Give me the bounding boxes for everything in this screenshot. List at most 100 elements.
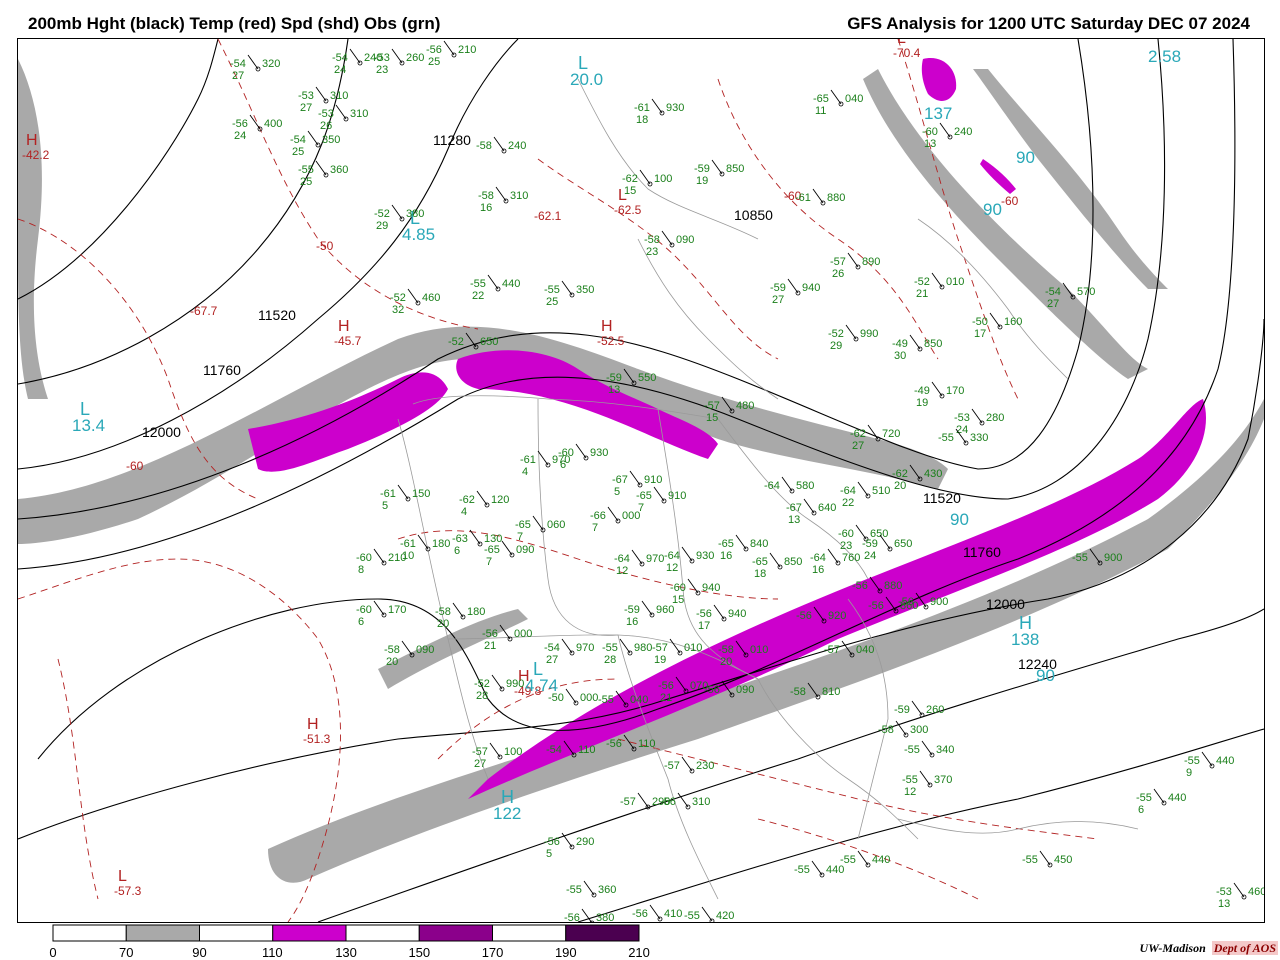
station-plot: -64 760 16: [810, 548, 860, 576]
station-temperature: -55: [470, 278, 486, 290]
station-dewpoint-spread: 17: [698, 620, 710, 632]
station-height: 880: [884, 580, 902, 592]
station-height: 090: [416, 644, 434, 656]
station-height: 160: [1004, 316, 1022, 328]
station-plot: -61 18010: [400, 534, 450, 562]
wind-barb: [501, 540, 513, 556]
station-plot: -55 440 6: [1136, 788, 1186, 816]
station-plot: -59 940 27: [770, 278, 820, 306]
wind-barb: [631, 549, 643, 565]
station-temperature: -56: [868, 600, 884, 612]
station-plot: -52 010 21: [914, 272, 964, 300]
station-height: 210: [458, 44, 476, 56]
wind-barb: [651, 98, 663, 114]
wind-barb: [493, 136, 505, 152]
station-dewpoint-spread: 27: [474, 758, 486, 770]
station-plot: -58 240: [476, 136, 526, 154]
station-temperature: -66: [590, 510, 606, 522]
wind-barb: [735, 534, 747, 550]
station-temperature: -57: [830, 256, 846, 268]
station-temperature: -60: [838, 528, 854, 540]
station-dewpoint-spread: 4: [522, 466, 528, 478]
temperature-center-value: -57.3: [114, 884, 142, 898]
station-height: 440: [1168, 792, 1186, 804]
wind-barb: [561, 638, 573, 654]
wind-barb: [1039, 850, 1051, 866]
wind-barb: [661, 230, 673, 246]
station-height: 970: [646, 553, 664, 565]
station-plot: -60 170 6: [356, 600, 406, 628]
station-temperature: -57: [620, 796, 636, 808]
station-height: 260: [926, 704, 944, 716]
station-dewpoint-spread: 24: [864, 550, 876, 562]
station-height: 150: [412, 488, 430, 500]
station-temperature: -57: [824, 644, 840, 656]
station-dewpoint-spread: 12: [666, 562, 678, 574]
station-height: 930: [590, 447, 608, 459]
station-height: 810: [822, 686, 840, 698]
temperature-center-mark: H: [26, 132, 38, 149]
station-height: 920: [828, 610, 846, 622]
station-height: 900: [1104, 552, 1122, 564]
station-plot: -61 150 5: [380, 484, 430, 512]
temperature-center-value: -62.5: [614, 203, 642, 217]
station-height: 010: [946, 276, 964, 288]
station-plot: -58 090 23: [644, 230, 694, 258]
station-height: 840: [750, 538, 768, 550]
station-height: 940: [728, 608, 746, 620]
station-height: 930: [696, 550, 714, 562]
station-height: 170: [946, 385, 964, 397]
station-height: 290: [576, 836, 594, 848]
station-temperature: -58: [644, 234, 660, 246]
station-height: 970: [576, 642, 594, 654]
station-height: 000: [622, 510, 640, 522]
station-height: 990: [860, 328, 878, 340]
station-plot: -62 120 4: [459, 490, 509, 518]
station-dewpoint-spread: 4: [461, 506, 467, 518]
station-dewpoint-spread: 22: [842, 497, 854, 509]
station-dewpoint-spread: 26: [320, 120, 332, 132]
station-temperature: -65: [484, 544, 500, 556]
station-plot: -64 580: [764, 476, 814, 494]
station-plot: -59 960 16: [624, 600, 674, 628]
colorbar-cell: [565, 924, 640, 942]
station-temperature: -57: [664, 760, 680, 772]
station-temperature: -65: [813, 93, 829, 105]
station-height: 440: [502, 278, 520, 290]
wind-barb: [713, 604, 725, 620]
station-height: 460: [1248, 886, 1264, 898]
station-dewpoint-spread: 15: [706, 412, 718, 424]
station-temperature: -60: [922, 126, 938, 138]
colorbar-tick-label: 170: [481, 945, 504, 960]
station-plot: -56 410: [632, 904, 682, 922]
station-plot: -54 970 27: [544, 638, 594, 666]
station-height: 650: [480, 336, 498, 348]
station-temperature: -56: [796, 610, 812, 622]
station-temperature: -67: [786, 502, 802, 514]
wind-barb: [607, 506, 619, 522]
station-height: 120: [491, 494, 509, 506]
wind-barb: [335, 104, 347, 120]
station-height: 430: [924, 468, 942, 480]
station-height: 320: [262, 58, 280, 70]
station-height: 910: [644, 474, 662, 486]
station-height: 280: [986, 412, 1004, 424]
station-dewpoint-spread: 26: [832, 268, 844, 280]
station-height: 110: [578, 744, 596, 756]
speed-center-value: 13.4: [72, 416, 105, 435]
station-temperature: -61: [795, 192, 811, 204]
station-temperature: -53: [1216, 886, 1232, 898]
station-dewpoint-spread: 20: [720, 656, 732, 668]
station-height: 180: [467, 606, 485, 618]
wind-barb: [989, 312, 1001, 328]
station-plot: -56 400 24: [232, 114, 282, 142]
colorbar-cell: [52, 924, 127, 942]
station-temperature: -55: [1022, 854, 1038, 866]
station-dewpoint-spread: 18: [754, 568, 766, 580]
station-height: 040: [630, 694, 648, 706]
station-temperature: -55: [1072, 552, 1088, 564]
station-height: 850: [924, 338, 942, 350]
station-temperature: -56: [852, 580, 868, 592]
station-dewpoint-spread: 13: [788, 514, 800, 526]
station-plot: -55 360: [566, 880, 616, 898]
